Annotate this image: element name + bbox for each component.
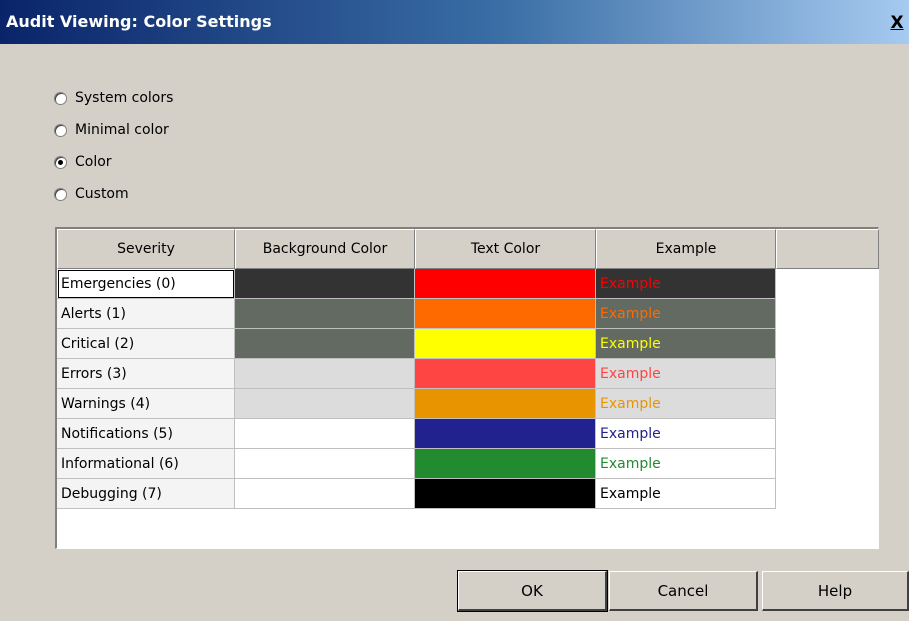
radio-system-colors[interactable]: System colors xyxy=(54,88,173,108)
radio-label: Minimal color xyxy=(75,122,169,138)
table-row[interactable]: Errors (3) Example xyxy=(57,359,776,389)
severity-cell[interactable]: Informational (6) xyxy=(57,449,235,479)
background-color-swatch[interactable] xyxy=(235,419,415,449)
window-title: Audit Viewing: Color Settings xyxy=(6,12,272,31)
background-color-swatch[interactable] xyxy=(235,299,415,329)
table-row[interactable]: Critical (2) Example xyxy=(57,329,776,359)
text-color-swatch[interactable] xyxy=(415,269,596,299)
radio-label: Color xyxy=(75,154,112,170)
close-button[interactable]: X xyxy=(887,14,907,34)
example-cell: Example xyxy=(596,479,776,509)
severity-cell[interactable]: Warnings (4) xyxy=(57,389,235,419)
severity-color-grid[interactable]: Severity Background Color Text Color Exa… xyxy=(55,227,879,549)
example-cell: Example xyxy=(596,419,776,449)
severity-cell[interactable]: Errors (3) xyxy=(57,359,235,389)
radio-minimal-color[interactable]: Minimal color xyxy=(54,120,169,140)
example-cell: Example xyxy=(596,359,776,389)
radio-label: Custom xyxy=(75,186,129,202)
table-row[interactable]: Alerts (1) Example xyxy=(57,299,776,329)
background-color-swatch[interactable] xyxy=(235,359,415,389)
severity-cell[interactable]: Alerts (1) xyxy=(57,299,235,329)
radio-button-selected[interactable] xyxy=(54,155,67,169)
header-background-color[interactable]: Background Color xyxy=(235,229,415,269)
table-row[interactable]: Warnings (4) Example xyxy=(57,389,776,419)
text-color-swatch[interactable] xyxy=(415,329,596,359)
grid-header: Severity Background Color Text Color Exa… xyxy=(57,229,879,269)
example-cell: Example xyxy=(596,389,776,419)
severity-cell[interactable]: Critical (2) xyxy=(57,329,235,359)
background-color-swatch[interactable] xyxy=(235,269,415,299)
header-empty xyxy=(776,229,879,269)
text-color-swatch[interactable] xyxy=(415,419,596,449)
text-color-swatch[interactable] xyxy=(415,299,596,329)
severity-cell[interactable]: Emergencies (0) xyxy=(57,269,235,299)
radio-button[interactable] xyxy=(54,187,67,201)
background-color-swatch[interactable] xyxy=(235,329,415,359)
cancel-button[interactable]: Cancel xyxy=(609,571,758,611)
severity-cell[interactable]: Debugging (7) xyxy=(57,479,235,509)
radio-button[interactable] xyxy=(54,91,67,105)
text-color-swatch[interactable] xyxy=(415,359,596,389)
example-cell: Example xyxy=(596,299,776,329)
radio-button[interactable] xyxy=(54,123,67,137)
radio-color[interactable]: Color xyxy=(54,152,112,172)
radio-label: System colors xyxy=(75,90,174,106)
ok-button[interactable]: OK xyxy=(457,570,608,612)
header-example[interactable]: Example xyxy=(596,229,776,269)
background-color-swatch[interactable] xyxy=(235,479,415,509)
example-cell: Example xyxy=(596,269,776,299)
example-cell: Example xyxy=(596,449,776,479)
radio-custom[interactable]: Custom xyxy=(54,184,129,204)
title-bar: Audit Viewing: Color Settings xyxy=(0,0,909,44)
table-row[interactable]: Emergencies (0) Example xyxy=(57,269,776,299)
help-button[interactable]: Help xyxy=(762,571,909,611)
table-row[interactable]: Informational (6) Example xyxy=(57,449,776,479)
background-color-swatch[interactable] xyxy=(235,389,415,419)
text-color-swatch[interactable] xyxy=(415,449,596,479)
severity-cell[interactable]: Notifications (5) xyxy=(57,419,235,449)
background-color-swatch[interactable] xyxy=(235,449,415,479)
text-color-swatch[interactable] xyxy=(415,479,596,509)
table-row[interactable]: Debugging (7) Example xyxy=(57,479,776,509)
header-severity[interactable]: Severity xyxy=(57,229,235,269)
header-text-color[interactable]: Text Color xyxy=(415,229,596,269)
example-cell: Example xyxy=(596,329,776,359)
table-row[interactable]: Notifications (5) Example xyxy=(57,419,776,449)
text-color-swatch[interactable] xyxy=(415,389,596,419)
